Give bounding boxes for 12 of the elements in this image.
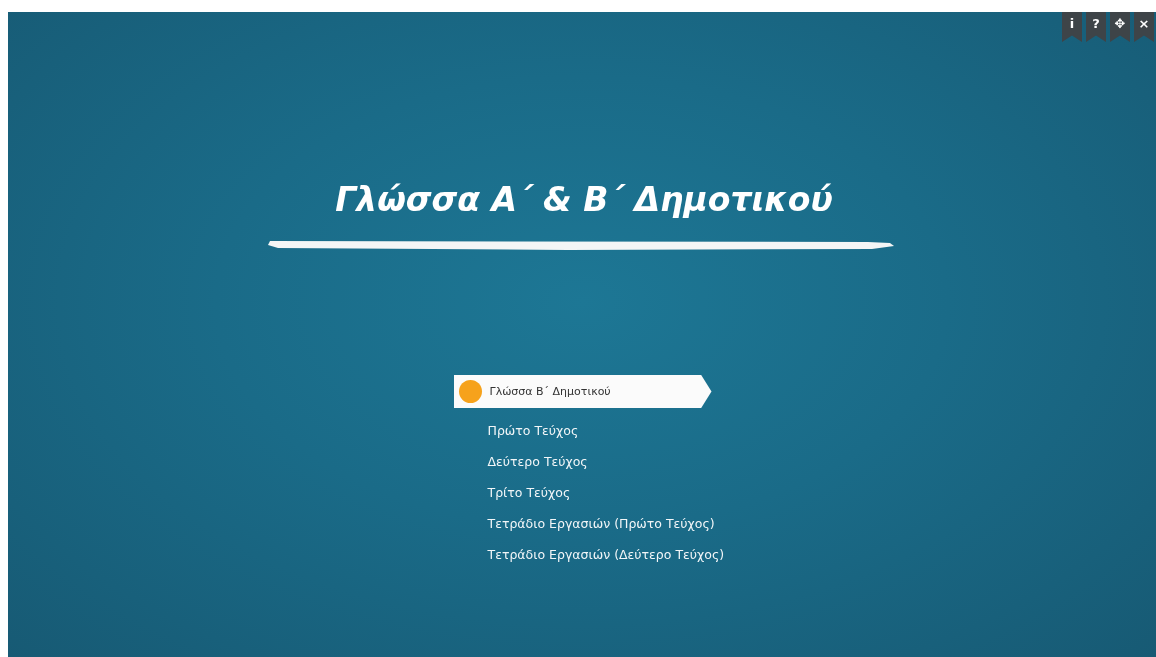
toolbar-button[interactable]: ?	[1086, 12, 1106, 42]
menu-header[interactable]: Γλώσσα Β΄ Δημοτικού	[453, 375, 712, 408]
bullet-icon	[458, 380, 482, 403]
menu-item[interactable]: Τρίτο Τεύχος	[487, 477, 725, 508]
toolbar-button[interactable]: i	[1062, 12, 1082, 42]
toolbar-button[interactable]: ✥	[1110, 12, 1130, 42]
toolbar-button[interactable]: ×	[1134, 12, 1154, 42]
menu-item[interactable]: Τετράδιο Εργασιών (Πρώτο Τεύχος)	[487, 508, 725, 539]
menu-item[interactable]: Πρώτο Τεύχος	[487, 415, 725, 446]
menu-item[interactable]: Τετράδιο Εργασιών (Δεύτερο Τεύχος)	[487, 539, 725, 570]
menu-item[interactable]: Δεύτερο Τεύχος	[487, 446, 725, 477]
page-title: Γλώσσα Α΄ & Β΄ Δημοτικού	[334, 180, 833, 219]
